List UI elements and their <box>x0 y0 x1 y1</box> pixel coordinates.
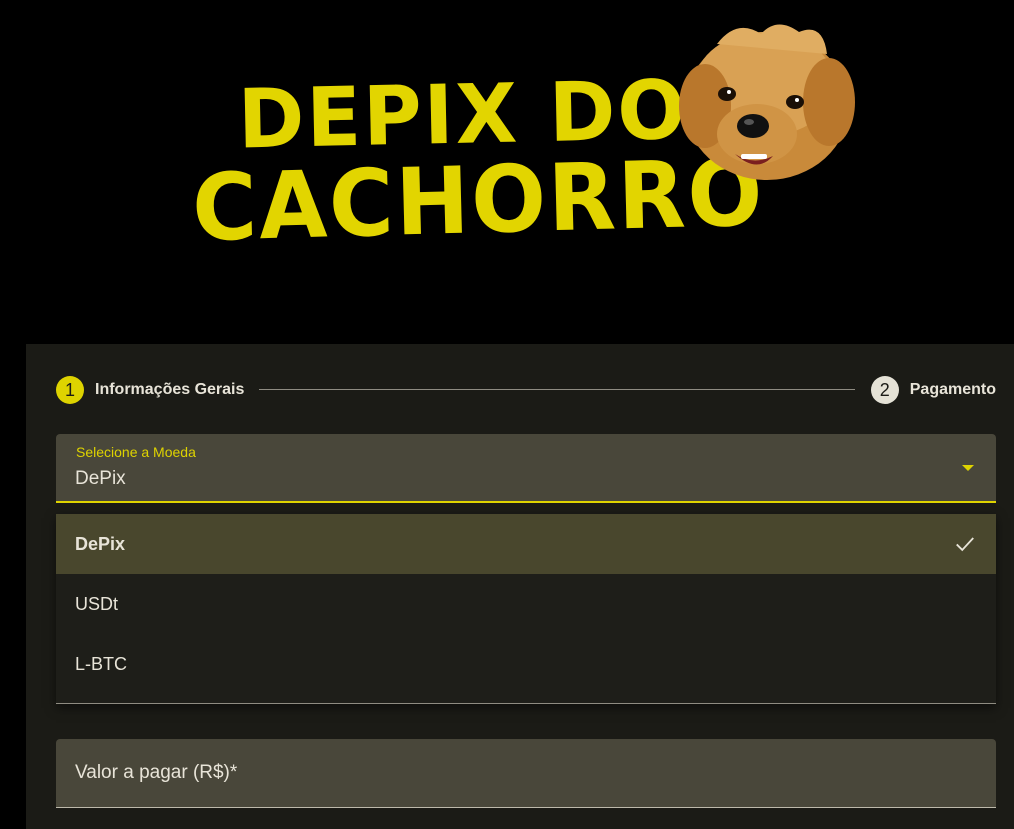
page: DEPIX DO CACHORRO 1 Informações Gerais 2… <box>0 0 1014 829</box>
currency-select-label: Selecione a Moeda <box>76 444 196 460</box>
step-number-badge: 1 <box>56 376 84 404</box>
currency-select-value: DePix <box>75 468 126 489</box>
step-pagamento[interactable]: 2 Pagamento <box>870 375 996 405</box>
option-l-btc[interactable]: L-BTC <box>56 634 996 694</box>
option-label: L-BTC <box>75 653 128 674</box>
form-card: 1 Informações Gerais 2 Pagamento Selecio… <box>26 344 1014 829</box>
stepper: 1 Informações Gerais 2 Pagamento <box>56 375 996 405</box>
option-depix[interactable]: DePix <box>56 514 996 574</box>
brand-logo: DEPIX DO CACHORRO <box>185 14 865 264</box>
field-underline <box>56 703 996 704</box>
option-label: USDt <box>75 593 119 614</box>
step-number-badge: 2 <box>870 376 899 404</box>
step-label: Pagamento <box>909 381 996 398</box>
amount-input[interactable]: Valor a pagar (R$)* <box>56 739 996 808</box>
currency-options-menu: DePix USDt L-BTC <box>56 514 996 704</box>
stepper-connector <box>259 389 855 390</box>
currency-select[interactable]: Selecione a Moeda DePix <box>56 434 996 503</box>
dog-face-icon <box>679 24 855 180</box>
check-icon <box>956 537 974 552</box>
option-usdt[interactable]: USDt <box>56 574 996 634</box>
step-informacoes-gerais[interactable]: 1 Informações Gerais <box>56 375 244 405</box>
caret-down-icon[interactable] <box>962 465 974 471</box>
amount-input-label: Valor a pagar (R$)* <box>75 762 238 783</box>
step-label: Informações Gerais <box>95 381 245 398</box>
option-label: DePix <box>75 533 126 554</box>
